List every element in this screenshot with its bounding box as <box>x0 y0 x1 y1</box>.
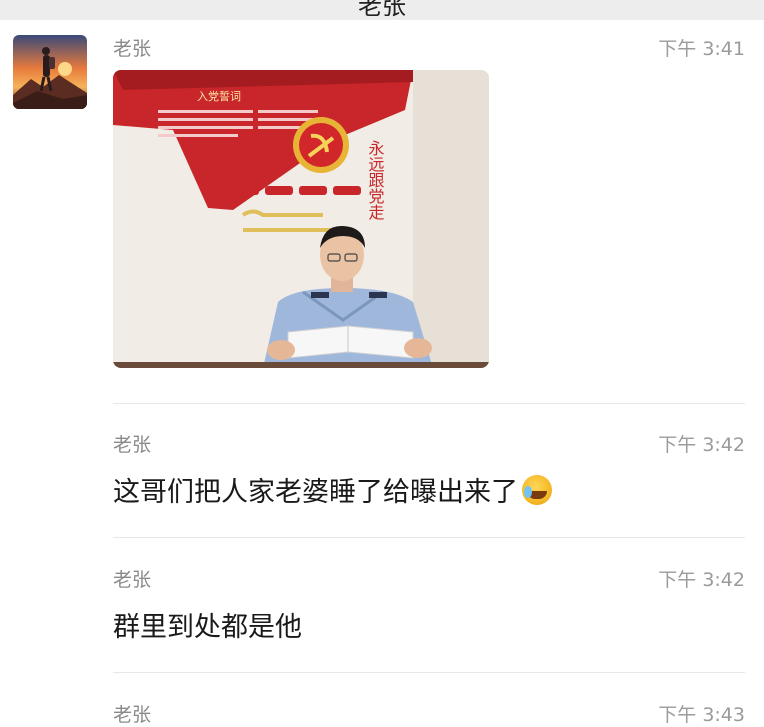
message-photo[interactable]: 入党誓词 永远跟党走 <box>113 70 489 368</box>
message-time: 下午 3:42 <box>658 569 745 591</box>
laughing-crying-emoji-icon <box>522 475 552 505</box>
message-text: 老张 下午 3:42 群里到处都是他 <box>113 565 745 645</box>
wall-slogan: 永远跟党走 <box>366 140 385 220</box>
chat-title-bar: 老张 <box>0 0 764 20</box>
message-body: 这哥们把人家老婆睡了给曝出来了 <box>113 470 552 509</box>
hiker-sunset-avatar-icon <box>13 35 87 109</box>
photo-of-police-officer-reading-document-icon: 入党誓词 永远跟党走 <box>113 70 489 368</box>
sender-name: 老张 <box>113 569 152 591</box>
message-body: 群里到处都是他 <box>113 612 302 643</box>
message-divider <box>113 403 745 404</box>
chat-title: 老张 <box>358 0 406 20</box>
banner-title: 入党誓词 <box>197 90 241 103</box>
sender-name: 老张 <box>113 38 152 60</box>
message-text-content: 这哥们把人家老婆睡了给曝出来了 <box>113 477 518 508</box>
message-divider <box>113 537 745 538</box>
message-time: 下午 3:43 <box>658 704 745 726</box>
message-text: 老张 下午 3:43 <box>113 700 745 726</box>
avatar[interactable] <box>13 35 87 109</box>
message-text: 老张 下午 3:42 这哥们把人家老婆睡了给曝出来了 <box>113 430 745 510</box>
message-time: 下午 3:41 <box>658 38 745 60</box>
message-image: 老张 下午 3:41 入党誓词 永远跟党走 <box>113 34 745 374</box>
sender-name: 老张 <box>113 704 152 726</box>
message-divider <box>113 672 745 673</box>
sender-name: 老张 <box>113 434 152 456</box>
message-time: 下午 3:42 <box>658 434 745 456</box>
